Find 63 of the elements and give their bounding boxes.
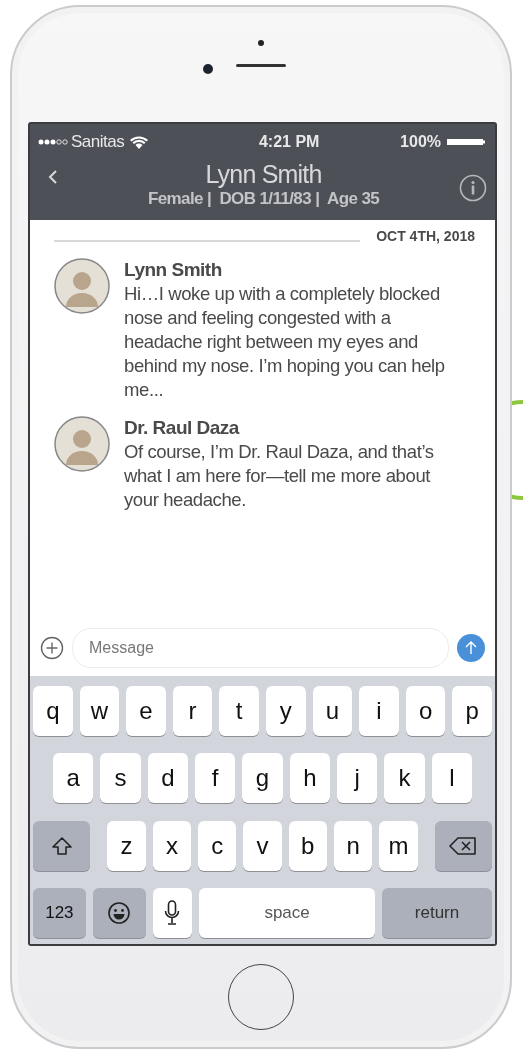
camera-icon — [202, 63, 214, 75]
message-text: Hi…I woke up with a completely blocked nose and feeling congested with a headache right between my eyes and behind my nose. I’m hoping you can help me... — [124, 282, 446, 402]
sender-name: Dr. Raul Daza — [124, 416, 241, 440]
microphone-key[interactable] — [152, 888, 193, 938]
key[interactable]: h — [289, 753, 330, 804]
numbers-key[interactable]: 123 — [33, 888, 86, 938]
contact-name: Lynn Smith — [205, 160, 322, 188]
key[interactable]: t — [219, 686, 259, 736]
key[interactable]: x — [152, 820, 192, 871]
key[interactable]: f — [195, 753, 236, 804]
key[interactable]: w — [79, 686, 120, 736]
add-button[interactable] — [40, 636, 64, 660]
key[interactable]: o — [405, 686, 446, 736]
delete-key[interactable] — [434, 820, 492, 871]
return-key[interactable]: return — [382, 888, 492, 938]
key[interactable]: z — [107, 820, 146, 871]
key[interactable]: l — [431, 753, 472, 804]
key[interactable]: y — [266, 686, 306, 736]
emoji-key[interactable] — [92, 888, 146, 938]
smiley-icon — [107, 901, 132, 925]
date-label: OCT 4TH, 2018 — [376, 228, 475, 244]
shift-icon — [50, 835, 73, 856]
key[interactable]: c — [198, 820, 237, 871]
ring-arc-icon — [512, 400, 524, 500]
key[interactable]: e — [126, 686, 166, 736]
sender-name: Lynn Smith — [124, 258, 223, 282]
key[interactable]: r — [172, 686, 213, 736]
backspace-icon — [449, 835, 478, 856]
key[interactable]: v — [243, 820, 282, 871]
send-button[interactable] — [457, 634, 485, 662]
key[interactable]: u — [312, 686, 353, 736]
status-time: 4:21 PM — [258, 133, 320, 151]
key[interactable]: i — [359, 686, 399, 736]
chevron-left-icon — [48, 168, 58, 185]
shift-key[interactable] — [33, 820, 91, 871]
sensor-icon — [258, 40, 264, 46]
speaker-icon — [236, 64, 286, 68]
patient-details: Female | DOB 1/11/83 | Age 35 — [147, 188, 380, 210]
avatar-icon — [54, 258, 110, 314]
key[interactable]: n — [333, 820, 373, 871]
key[interactable]: s — [100, 753, 141, 804]
arrow-up-icon — [463, 640, 479, 656]
signal-icon — [38, 138, 68, 146]
wifi-icon — [130, 135, 149, 149]
microphone-icon — [164, 900, 181, 926]
key[interactable]: d — [147, 753, 188, 804]
key[interactable]: j — [337, 753, 378, 804]
plus-icon — [40, 636, 64, 660]
key[interactable]: p — [452, 686, 492, 736]
key[interactable]: g — [242, 753, 283, 804]
key[interactable]: b — [288, 820, 327, 871]
carrier-name: Sanitas — [71, 132, 125, 152]
battery-icon — [447, 138, 487, 146]
avatar-icon — [54, 416, 110, 472]
space-key[interactable]: space — [199, 888, 376, 938]
battery-percentage: 100% — [400, 133, 441, 151]
message-field[interactable]: Message — [72, 628, 449, 668]
message-text: Of course, I’m Dr. Raul Daza, and that’s what I am here for—tell me more about your headache. — [124, 440, 435, 512]
key[interactable]: q — [33, 686, 73, 736]
key[interactable]: k — [384, 753, 425, 804]
key[interactable]: m — [379, 820, 418, 871]
key[interactable]: a — [53, 753, 94, 804]
info-icon — [459, 173, 487, 202]
